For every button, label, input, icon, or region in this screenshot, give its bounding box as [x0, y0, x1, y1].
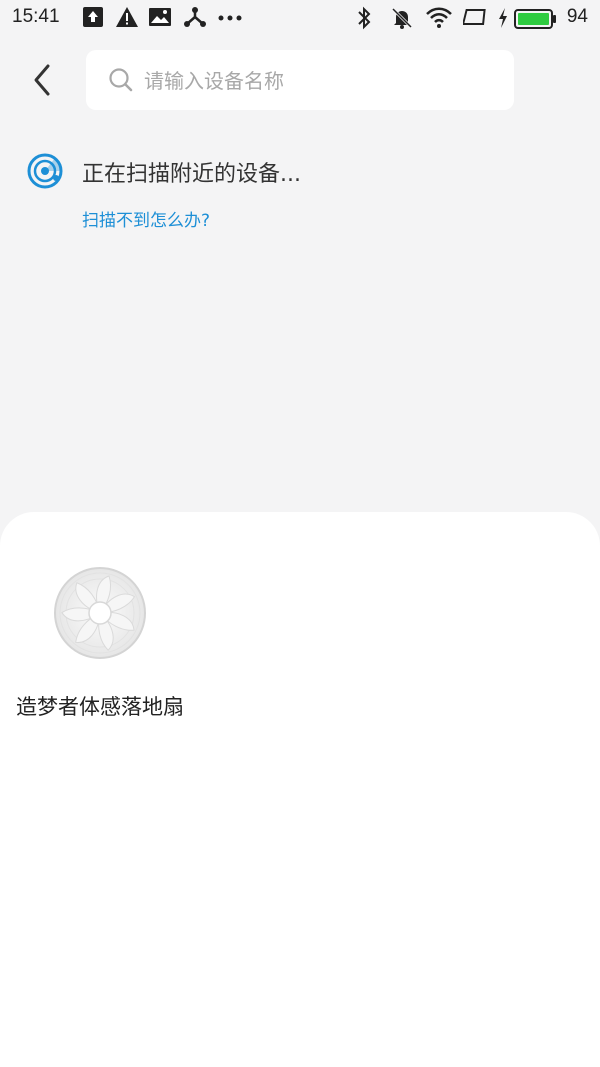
battery-level: 94 [566, 6, 588, 27]
wifi-icon [425, 6, 453, 34]
search-box[interactable] [86, 50, 514, 110]
scan-radar-icon [26, 152, 64, 194]
bluetooth-icon [356, 6, 372, 34]
fan-icon [53, 566, 147, 664]
chevron-left-icon [26, 64, 60, 104]
upload-icon [82, 6, 104, 32]
device-card[interactable]: 造梦者体感落地扇 [0, 512, 200, 772]
more-icon [217, 8, 243, 32]
battery-icon [514, 8, 558, 34]
status-bar: 15:41 94 [0, 0, 600, 36]
scan-help-link[interactable]: 扫描不到怎么办? [82, 206, 210, 231]
search-input[interactable] [142, 60, 496, 102]
image-icon [148, 6, 172, 32]
share-icon [184, 6, 206, 32]
device-name: 造梦者体感落地扇 [16, 695, 184, 719]
charging-icon [497, 6, 509, 34]
screen-icon [461, 6, 489, 34]
scan-status-text: 正在扫描附近的设备... [82, 162, 301, 187]
status-time: 15:41 [12, 6, 60, 27]
back-button[interactable] [26, 60, 60, 100]
warning-icon [115, 6, 139, 32]
mute-icon [390, 6, 414, 34]
device-list-panel: 造梦者体感落地扇 [0, 512, 600, 1067]
search-icon [108, 67, 134, 97]
